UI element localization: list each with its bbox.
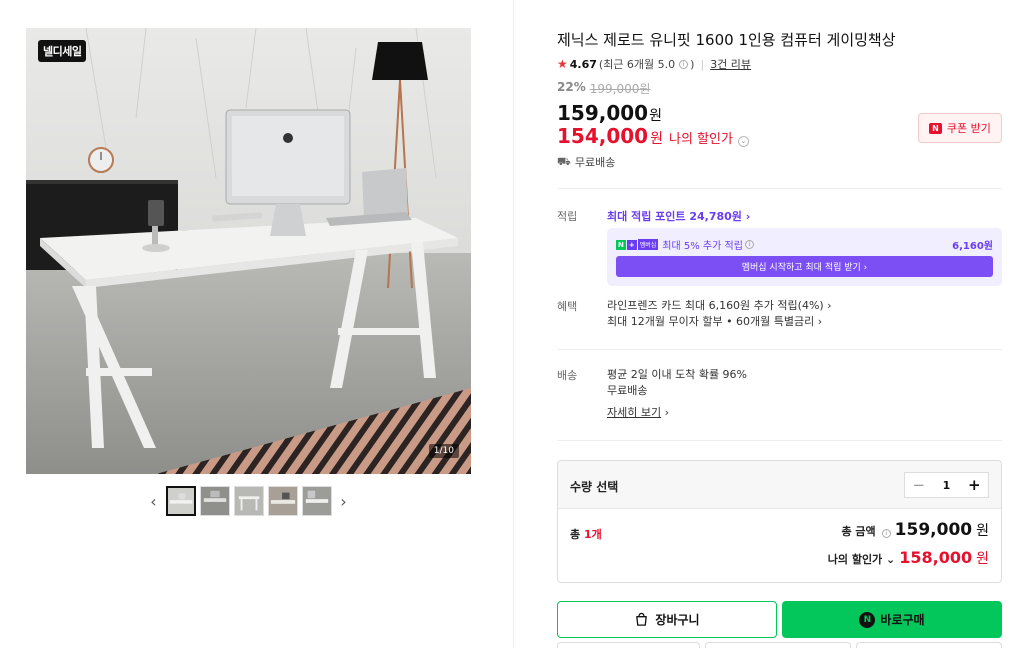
shipping-row: ⛟ 무료배송 (557, 154, 615, 170)
naver-plus-membership-icon: N + 멤버십 (616, 239, 659, 250)
thumbnail-strip: ‹ › (26, 486, 471, 516)
column-divider (513, 0, 514, 648)
my-discount-total-unit: 원 (976, 551, 989, 567)
my-discount-total-value: 158,000 (899, 548, 973, 567)
coupon-button[interactable]: N 쿠폰 받기 (918, 113, 1002, 143)
add-to-cart-button[interactable]: 장바구니 (557, 601, 777, 638)
thumbnail-2[interactable] (199, 486, 230, 516)
quantity-box: 수량 선택 − + 총 1개 총 금액 i 159,000원 나의 할인가 ⌄ … (557, 460, 1002, 583)
review-count-link[interactable]: 3건 리뷰 (710, 56, 751, 72)
benefits-body: 라인프렌즈 카드 최대 6,160원 추가 적립(4%) › 최대 12개월 무… (607, 298, 832, 330)
membership-start-button[interactable]: 멤버십 시작하고 최대 적립 받기 › (616, 256, 993, 277)
membership-box: N + 멤버십 최대 5% 추가 적립 i 6,160원 멤버십 시작하고 최대 적립… (607, 228, 1002, 286)
quantity-summary: 총 1개 총 금액 i 159,000 원 나의 할인가 ⌄ 158,000 원 (558, 509, 1001, 583)
info-icon[interactable]: i (744, 240, 754, 249)
price-row: 159,000 원 (557, 101, 662, 125)
delivery-detail-row: 자세히 보기 › (607, 405, 747, 421)
points-body: 최대 적립 포인트 24,780원 › (607, 208, 750, 224)
my-discount-label: 나의 할인가 (668, 132, 733, 147)
thumb-prev-arrow-icon[interactable]: ‹ (146, 492, 162, 511)
secondary-button-2[interactable] (705, 642, 851, 648)
total-amount-row: 총 금액 i 159,000 원 (841, 520, 989, 540)
total-amount-label: 총 금액 (841, 525, 876, 538)
quantity-input[interactable] (932, 473, 961, 497)
installment-benefit-link[interactable]: 최대 12개월 무이자 할부 • 60개월 특별금리 › (607, 314, 832, 330)
cart-label: 장바구니 (655, 613, 700, 627)
sale-price: 159,000 (557, 101, 649, 125)
delivery-probability: 평균 2일 이내 도착 확률 96% (607, 368, 748, 381)
membership-text: 최대 5% 추가 적립 (662, 241, 743, 252)
shipping-text: 무료배송 (574, 156, 616, 169)
my-discount-price: 154,000 (557, 124, 649, 148)
delivery-detail-link[interactable]: 자세히 보기 (607, 406, 661, 419)
divider (557, 188, 1002, 189)
rating-value: 4.67 (569, 57, 597, 71)
coupon-icon: N (929, 122, 942, 134)
main-product-image[interactable]: 넬디세일 1/10 (26, 28, 471, 474)
quantity-label: 수량 선택 (570, 480, 619, 494)
card-benefit-link[interactable]: 라인프렌즈 카드 최대 6,160원 추가 적립(4%) › (607, 298, 832, 314)
quantity-header: 수량 선택 − + (558, 461, 1001, 509)
thumbnail-1[interactable] (165, 486, 196, 516)
my-price-unit: 원 (650, 131, 663, 147)
points-label: 적립 (557, 210, 578, 223)
delivery-free: 무료배송 (607, 384, 648, 397)
my-discount-total-row[interactable]: 나의 할인가 ⌄ 158,000 원 (828, 548, 989, 568)
total-unit: 원 (976, 523, 989, 539)
info-icon[interactable]: i (881, 529, 891, 538)
info-icon[interactable]: i (679, 59, 689, 69)
my-price-row[interactable]: 154,000 원 나의 할인가 ⌄ (557, 124, 749, 148)
secondary-button-1[interactable] (557, 642, 700, 648)
product-gallery: 넬디세일 1/10 ‹ › (26, 28, 471, 516)
discount-row: 22% 199,000원 (557, 80, 650, 97)
naver-pay-icon: N (859, 611, 876, 628)
desk-photo (26, 28, 471, 474)
delivery-body: 평균 2일 이내 도착 확률 96% 무료배송 자세히 보기 › (607, 367, 747, 421)
membership-amount: 6,160원 (952, 241, 993, 252)
delivery-label: 배송 (557, 369, 578, 382)
thumbnail-4[interactable] (267, 486, 298, 516)
shopping-bag-icon (636, 612, 648, 626)
rating-detail-close: ) (690, 57, 695, 71)
rating-row: ★ 4.67 (최근 6개월 5.0 i) | 3건 리뷰 (557, 56, 751, 72)
increase-button[interactable]: + (961, 473, 989, 497)
thumbnail-5[interactable] (301, 486, 332, 516)
original-price: 199,000원 (589, 82, 651, 96)
thumb-next-arrow-icon[interactable]: › (336, 492, 352, 511)
chevron-right-icon: › (664, 406, 670, 419)
divider (557, 440, 1002, 441)
star-icon: ★ (557, 57, 568, 71)
total-count: 총 1개 (570, 528, 602, 541)
divider (557, 349, 1002, 350)
chevron-down-icon[interactable]: ⌄ (737, 136, 749, 147)
membership-row: N + 멤버십 최대 5% 추가 적립 i 6,160원 (616, 237, 993, 252)
coupon-label: 쿠폰 받기 (946, 122, 991, 135)
price-unit: 원 (649, 108, 662, 124)
image-counter: 1/10 (428, 444, 459, 458)
buy-now-button[interactable]: N 바로구매 (782, 601, 1002, 638)
discount-percent: 22% (557, 80, 586, 94)
rating-separator: | (700, 57, 705, 71)
max-points-link[interactable]: 최대 적립 포인트 24,780원 › (607, 210, 750, 223)
truck-icon: ⛟ (557, 154, 571, 168)
benefits-label: 혜택 (557, 300, 578, 313)
quantity-stepper: − + (904, 472, 989, 498)
secondary-button-3[interactable] (856, 642, 1002, 648)
thumbnail-3[interactable] (233, 486, 264, 516)
product-title: 제닉스 제로드 유니핏 1600 1인용 컴퓨터 게이밍책상 (557, 31, 896, 49)
rating-detail: (최근 6개월 5.0 (598, 58, 676, 71)
my-discount-total-label: 나의 할인가 ⌄ (827, 553, 896, 566)
buy-label: 바로구매 (880, 613, 925, 627)
total-amount-value: 159,000 (894, 520, 973, 540)
store-logo-badge: 넬디세일 (38, 40, 87, 62)
decrease-button[interactable]: − (905, 473, 933, 497)
